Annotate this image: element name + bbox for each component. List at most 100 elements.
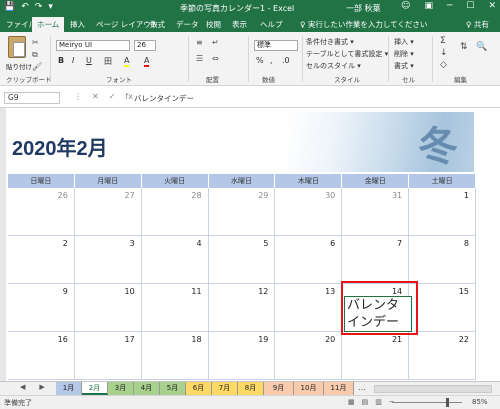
page-layout-view-icon[interactable]: ▤ — [362, 398, 369, 406]
tab-data[interactable]: データ — [176, 19, 199, 30]
tab-help[interactable]: ヘルプ — [260, 19, 283, 30]
sheet-tab[interactable]: 10月 — [294, 382, 324, 395]
calendar-day-cell[interactable]: 11 — [141, 284, 209, 332]
calendar-day-cell[interactable]: 8 — [409, 236, 476, 284]
conditional-formatting-button[interactable]: 条件付き書式 ▾ — [306, 37, 354, 47]
fill-color-button[interactable]: A — [124, 56, 130, 67]
page-break-view-icon[interactable]: ▥ — [375, 398, 382, 406]
autosum-icon[interactable]: Σ — [440, 36, 446, 46]
font-size-box[interactable]: 26 — [134, 40, 156, 51]
prev-sheet-icon[interactable]: ◀ — [20, 383, 25, 391]
align-top-icon[interactable]: ≡ — [196, 38, 203, 47]
sheet-tab[interactable]: 1月 — [56, 382, 82, 395]
next-sheet-icon[interactable]: ▶ — [39, 383, 44, 391]
share-button[interactable]: ♀ 共有 — [466, 19, 489, 30]
calendar-day-cell[interactable]: 15 — [409, 284, 476, 332]
day-header[interactable]: 水曜日 — [209, 174, 276, 188]
decimal-button[interactable]: .0 — [282, 56, 290, 65]
minimize-button[interactable]: ─ — [447, 1, 452, 11]
calendar-day-cell[interactable]: 31 — [342, 188, 410, 236]
tell-me-box[interactable]: ♀ 実行したい作業を入力してください — [300, 19, 427, 30]
sort-filter-icon[interactable]: ⇅ — [460, 42, 468, 52]
more-sheets-button[interactable]: … — [358, 383, 366, 392]
calendar-day-cell[interactable]: 29 — [208, 188, 276, 236]
save-icon[interactable]: 💾 — [4, 2, 15, 12]
calendar-day-cell[interactable]: 7 — [342, 236, 410, 284]
paste-icon[interactable] — [8, 36, 26, 58]
calendar-day-cell[interactable]: 28 — [141, 188, 209, 236]
sheet-tab[interactable]: 2月 — [82, 382, 108, 395]
cell-styles-button[interactable]: セルのスタイル ▾ — [306, 61, 361, 71]
normal-view-icon[interactable]: ▦ — [348, 398, 355, 406]
border-button[interactable]: 田 — [104, 56, 112, 67]
calendar-day-cell[interactable]: 3 — [74, 236, 142, 284]
underline-button[interactable]: U — [86, 56, 92, 65]
delete-cells-button[interactable]: 削除 ▾ — [394, 49, 414, 59]
calendar-day-cell[interactable]: 27 — [74, 188, 142, 236]
tab-review[interactable]: 校閲 — [206, 19, 221, 30]
day-header[interactable]: 火曜日 — [142, 174, 209, 188]
clear-icon[interactable]: ◇ — [440, 60, 447, 70]
tab-home[interactable]: ホーム — [32, 17, 65, 32]
calendar-day-cell[interactable]: 2 — [8, 236, 75, 284]
sheet-tab[interactable]: 8月 — [238, 382, 264, 395]
undo-icon[interactable]: ↶ — [21, 2, 29, 12]
calendar-day-cell[interactable]: 18 — [141, 332, 209, 380]
redo-icon[interactable]: ↷ — [35, 2, 43, 12]
tab-insert[interactable]: 挿入 — [70, 19, 85, 30]
calendar-day-cell[interactable]: 22 — [409, 332, 476, 380]
calendar-day-cell[interactable]: 6 — [275, 236, 343, 284]
sheet-tab[interactable]: 3月 — [108, 382, 134, 395]
name-box[interactable]: G9 — [4, 92, 60, 104]
number-format-box[interactable]: 標準 — [254, 40, 298, 51]
merge-center-icon[interactable]: ⇔ — [212, 54, 219, 63]
user-name[interactable]: 一部 秋葉 — [346, 3, 381, 14]
calendar-day-cell[interactable]: 19 — [208, 332, 276, 380]
day-header[interactable]: 木曜日 — [275, 174, 343, 188]
tab-page-layout[interactable]: ページ レイアウト — [96, 19, 158, 30]
user-avatar-icon[interactable]: ☺ — [401, 1, 410, 11]
sheet-tab[interactable]: 7月 — [212, 382, 238, 395]
calendar-day-cell[interactable]: 10 — [74, 284, 142, 332]
calendar-day-cell[interactable]: 1 — [409, 188, 476, 236]
customize-qat-icon[interactable]: ▾ — [48, 2, 53, 12]
format-as-table-button[interactable]: テーブルとして書式設定 ▾ — [306, 49, 388, 59]
day-header[interactable]: 月曜日 — [75, 174, 142, 188]
copy-icon[interactable]: ⧉ — [32, 50, 38, 60]
calendar-day-cell[interactable]: 30 — [275, 188, 343, 236]
calendar-day-cell[interactable]: 4 — [141, 236, 209, 284]
zoom-thumb[interactable] — [446, 398, 449, 407]
calendar-day-cell[interactable]: 16 — [8, 332, 75, 380]
calendar-day-cell[interactable]: 5 — [208, 236, 276, 284]
insert-function-icon[interactable]: fx — [125, 92, 133, 101]
find-select-icon[interactable]: 🔍 — [476, 42, 487, 52]
zoom-slider[interactable] — [392, 402, 462, 403]
zoom-level[interactable]: 85% — [472, 398, 488, 406]
font-color-button[interactable]: A — [144, 56, 150, 67]
calendar-day-cell[interactable]: 17 — [74, 332, 142, 380]
comma-button[interactable]: , — [270, 56, 273, 65]
calendar-day-cell[interactable]: 9 — [8, 284, 75, 332]
wrap-text-icon[interactable]: ↵ — [212, 38, 219, 47]
calendar-day-cell[interactable]: 20 — [275, 332, 343, 380]
tab-view[interactable]: 表示 — [232, 19, 247, 30]
calendar-title[interactable]: 2020年2月 — [12, 132, 108, 161]
ribbon-display-icon[interactable]: ▣ — [424, 1, 433, 11]
enter-icon[interactable]: ✓ — [109, 92, 116, 101]
close-button[interactable]: ✕ — [488, 1, 496, 11]
calendar-day-cell[interactable]: 13 — [275, 284, 343, 332]
horizontal-scrollbar[interactable] — [374, 385, 492, 393]
sheet-tab[interactable]: 5月 — [160, 382, 186, 395]
day-header[interactable]: 日曜日 — [8, 174, 75, 188]
format-painter-icon[interactable]: 🖌 — [32, 62, 42, 71]
day-header[interactable]: 金曜日 — [342, 174, 410, 188]
bold-button[interactable]: B — [58, 56, 64, 65]
sheet-tab[interactable]: 4月 — [134, 382, 160, 395]
italic-button[interactable]: I — [72, 56, 74, 65]
insert-cells-button[interactable]: 挿入 ▾ — [394, 37, 414, 47]
sheet-tab[interactable]: 11月 — [324, 382, 354, 395]
calendar-day-cell[interactable]: 21 — [342, 332, 410, 380]
tab-formulas[interactable]: 数式 — [150, 19, 165, 30]
fill-icon[interactable]: ↓ — [440, 48, 448, 58]
day-header[interactable]: 土曜日 — [409, 174, 477, 188]
